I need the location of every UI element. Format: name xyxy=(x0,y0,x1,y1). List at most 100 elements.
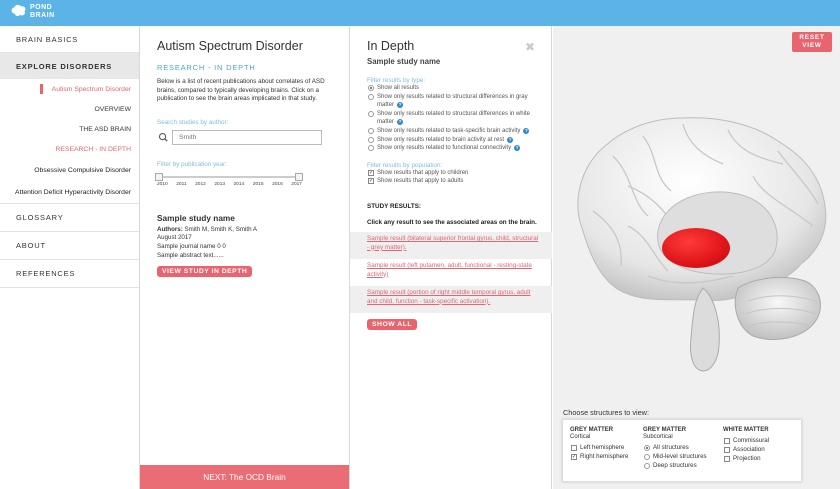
show-all-button[interactable]: SHOW ALL xyxy=(367,318,417,330)
commissural-option[interactable]: Commissural xyxy=(723,436,769,445)
result-item[interactable]: Sample result (portion of right middle t… xyxy=(350,285,552,313)
sidebar: BRAIN BASICS EXPLORE DISORDERS Autism Sp… xyxy=(0,26,140,489)
top-bar: POND BRAIN xyxy=(0,0,840,26)
help-icon[interactable]: ? xyxy=(397,119,404,126)
checkbox-icon[interactable] xyxy=(724,455,730,462)
checkbox-icon[interactable] xyxy=(724,437,730,444)
search-label: Search studies by author: xyxy=(157,118,229,126)
radio-selected-icon[interactable] xyxy=(368,85,374,91)
option-label: Association xyxy=(733,446,765,453)
group-subtitle: Subcortical xyxy=(643,434,673,440)
radio-icon[interactable] xyxy=(368,110,374,117)
type-filter-text: Show only results related to structural … xyxy=(377,93,543,110)
population-filter-option[interactable]: ✓ Show results that apply to adults xyxy=(367,177,551,186)
reset-view-button[interactable]: RESET VIEW xyxy=(792,32,832,52)
all-structures-option[interactable]: All structures xyxy=(643,443,707,452)
brain-viewer: RESET VIEW Choose structures to view: GR… xyxy=(553,26,840,489)
radio-icon[interactable] xyxy=(368,136,374,143)
deep-structures-option[interactable]: Deep structures xyxy=(643,461,707,470)
help-icon[interactable]: ? xyxy=(523,127,530,134)
highlighted-region[interactable] xyxy=(662,228,730,268)
study-abstract: Sample abstract text...... xyxy=(157,251,224,259)
section-subtitle: RESEARCH - IN DEPTH xyxy=(157,63,256,72)
year-range-slider[interactable] xyxy=(155,172,303,181)
mid-level-structures-option[interactable]: Mid-level structures xyxy=(643,452,707,461)
checkbox-icon[interactable] xyxy=(571,444,577,451)
help-icon[interactable]: ? xyxy=(507,136,514,143)
nav-about[interactable]: ABOUT xyxy=(0,231,139,259)
slider-handle-end[interactable] xyxy=(295,172,303,181)
option-label: All structures xyxy=(653,444,689,451)
option-label: Projection xyxy=(733,455,761,462)
year-tick: 2012 xyxy=(195,181,206,187)
filter-type-label: Filter results by type: xyxy=(367,77,426,84)
help-icon[interactable]: ? xyxy=(397,102,404,109)
type-filter-option[interactable]: Show only results related to structural … xyxy=(367,93,551,110)
group-title: WHITE MATTER xyxy=(723,427,769,433)
nav-research-in-depth[interactable]: RESEARCH - IN DEPTH xyxy=(0,139,139,159)
projection-option[interactable]: Projection xyxy=(723,454,769,463)
close-icon[interactable]: ✖ xyxy=(525,40,535,54)
type-filter-option[interactable]: Show only results related to brain activ… xyxy=(367,136,551,145)
right-hemisphere-option[interactable]: ✓ Right hemisphere xyxy=(570,452,629,461)
result-item[interactable]: Sample result (bilateral superior fronta… xyxy=(350,231,552,259)
checkbox-checked-icon[interactable]: ✓ xyxy=(571,453,577,460)
research-panel: Autism Spectrum Disorder RESEARCH - IN D… xyxy=(140,26,350,489)
result-item[interactable]: Sample result (left putamen, adult, func… xyxy=(350,259,552,286)
research-description: Below is a list of recent publications a… xyxy=(157,78,325,103)
checkbox-checked-icon[interactable]: ✓ xyxy=(368,169,374,176)
author-search-input[interactable]: Smith xyxy=(172,129,322,145)
slider-handle-start[interactable] xyxy=(155,172,163,181)
pond-brain-logo[interactable]: POND BRAIN xyxy=(10,3,55,20)
view-study-button[interactable]: VIEW STUDY IN DEPTH xyxy=(157,266,253,278)
app-window: POND BRAIN BRAIN BASICS EXPLORE DISORDER… xyxy=(0,0,840,489)
option-label: Left hemisphere xyxy=(580,444,625,451)
radio-icon[interactable] xyxy=(644,462,650,469)
grey-matter-subcortical-group: GREY MATTER Subcortical All structures M… xyxy=(643,427,707,470)
option-label: Right hemisphere xyxy=(580,453,629,460)
nav-autism-spectrum-disorder[interactable]: Autism Spectrum Disorder xyxy=(0,79,139,99)
type-filter-label: Show only results related to functional … xyxy=(377,145,512,152)
group-title: GREY MATTER xyxy=(643,427,687,433)
radio-icon[interactable] xyxy=(368,93,374,100)
filter-population-label: Filter results by population: xyxy=(367,161,443,169)
in-depth-study-name: Sample study name xyxy=(367,57,441,66)
type-filter-option[interactable]: Show only results related to structural … xyxy=(367,110,551,127)
results-heading: STUDY RESULTS: xyxy=(367,202,421,210)
brain-model-icon[interactable] xyxy=(553,26,840,406)
nav-adhd[interactable]: Attention Deficit Hyperactivity Disorder xyxy=(0,181,139,203)
year-filter-label: Filter by publication year: xyxy=(157,160,227,168)
checkbox-icon[interactable] xyxy=(724,446,730,453)
radio-icon[interactable] xyxy=(644,453,650,460)
year-tick: 2016 xyxy=(272,181,283,187)
population-filter-option[interactable]: ✓ Show results that apply to children xyxy=(367,169,551,178)
help-icon[interactable]: ? xyxy=(514,145,521,152)
population-filter-label: Show results that apply to children xyxy=(377,169,469,176)
logo-text-line2: BRAIN xyxy=(30,11,55,19)
nav-brain-basics[interactable]: BRAIN BASICS xyxy=(0,26,139,52)
nav-the-asd-brain[interactable]: THE ASD BRAIN xyxy=(0,119,139,139)
radio-icon[interactable] xyxy=(368,145,374,152)
radio-icon[interactable] xyxy=(368,127,374,134)
author-search: Smith xyxy=(157,129,333,145)
type-filter-option[interactable]: Show only results related to task-specif… xyxy=(367,127,551,136)
association-option[interactable]: Association xyxy=(723,445,769,454)
population-filter-group: ✓ Show results that apply to children ✓ Sho… xyxy=(367,169,551,186)
nav-references[interactable]: REFERENCES xyxy=(0,259,139,287)
nav-explore-disorders[interactable]: EXPLORE DISORDERS xyxy=(0,52,139,79)
study-title[interactable]: Sample study name xyxy=(157,213,333,223)
nav-glossary[interactable]: GLOSSARY xyxy=(0,203,139,231)
group-title: GREY MATTER xyxy=(570,427,614,433)
type-filter-label: Show only results related to brain activ… xyxy=(377,136,505,143)
type-filter-option[interactable]: Show all results xyxy=(367,84,551,93)
authors-value: Smith M, Smith K, Smith A xyxy=(184,225,258,233)
results-note: Click any result to see the associated a… xyxy=(367,218,537,226)
nav-overview[interactable]: OVERVIEW xyxy=(0,99,139,119)
in-depth-title: In Depth xyxy=(367,39,415,53)
left-hemisphere-option[interactable]: Left hemisphere xyxy=(570,443,629,452)
next-ocd-button[interactable]: NEXT: The OCD Brain xyxy=(140,465,349,489)
nav-ocd[interactable]: Obsessive Compulsive Disorder xyxy=(0,159,139,181)
radio-selected-icon[interactable] xyxy=(644,444,650,451)
checkbox-checked-icon[interactable]: ✓ xyxy=(368,178,374,185)
type-filter-option[interactable]: Show only results related to functional … xyxy=(367,144,551,153)
